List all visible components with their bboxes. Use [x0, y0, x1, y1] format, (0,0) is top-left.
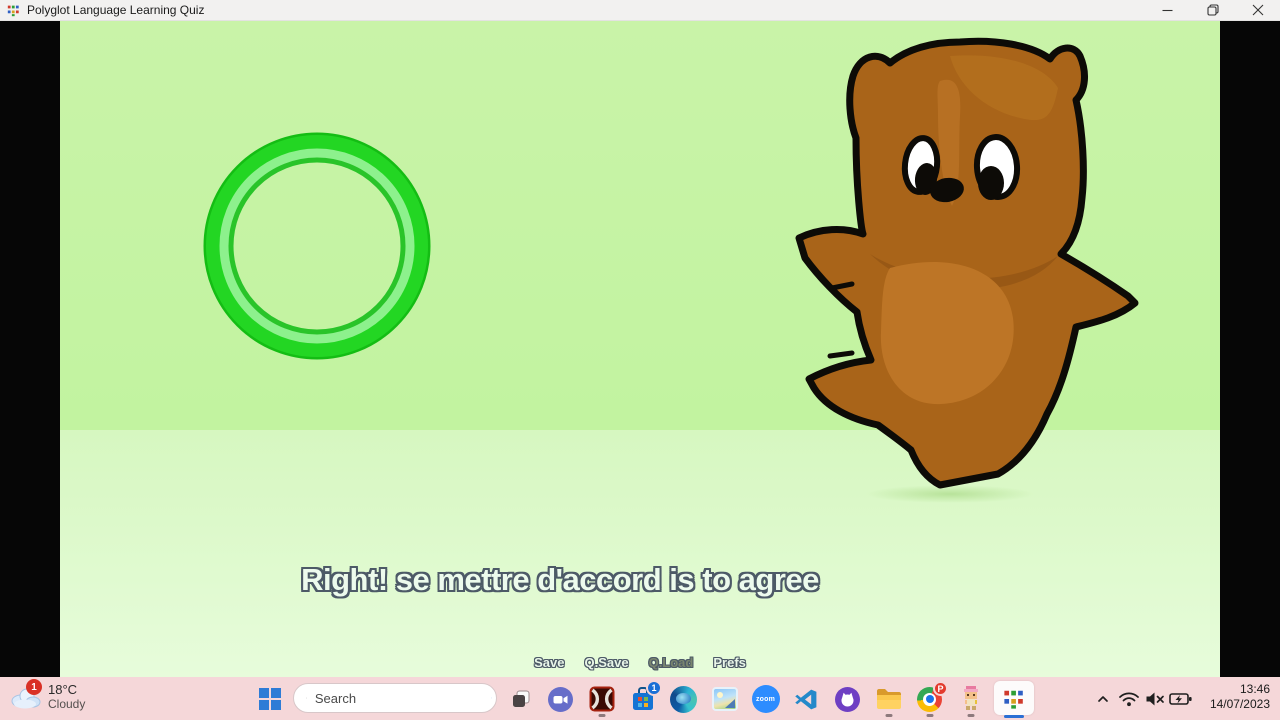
- bear-character: [790, 26, 1200, 506]
- save-button[interactable]: Save: [534, 655, 564, 675]
- task-view-button[interactable]: [500, 681, 541, 717]
- file-explorer-button[interactable]: [868, 681, 909, 717]
- system-tray: [1090, 681, 1194, 717]
- store-app-button[interactable]: 1: [622, 681, 663, 717]
- polyglot-app-icon: [7, 4, 20, 17]
- windows-taskbar: 1 18°C Cloudy: [0, 677, 1280, 720]
- green-ring-object[interactable]: [200, 126, 434, 366]
- start-button[interactable]: [249, 681, 290, 717]
- desktop-screen: Polyglot Language Learning Quiz: [0, 0, 1280, 720]
- weather-temperature: 18°C: [48, 682, 85, 697]
- running-indicator: [926, 714, 933, 717]
- wifi-icon: [1117, 687, 1141, 711]
- pixel-sprite-icon: [962, 686, 980, 712]
- volume-muted-icon: [1143, 687, 1167, 711]
- battery-charging-icon: [1168, 687, 1194, 711]
- wifi-button[interactable]: [1116, 681, 1142, 717]
- restore-icon: [1207, 4, 1219, 16]
- prefs-button[interactable]: Prefs: [713, 655, 746, 675]
- close-icon: [1252, 4, 1264, 16]
- bear-body-silhouette: [799, 41, 1135, 485]
- chat-video-icon: [547, 686, 574, 713]
- running-indicator: [967, 714, 974, 717]
- game-window-region: Right! se mettre d'accord is to agree Sa…: [0, 21, 1280, 677]
- active-window-indicator: [1004, 715, 1024, 718]
- zoom-icon-label: zoom: [756, 696, 775, 703]
- running-indicator: [598, 714, 605, 717]
- quick-save-button[interactable]: Q.Save: [584, 655, 628, 675]
- close-button[interactable]: [1235, 0, 1280, 21]
- red-x-app-icon: [589, 686, 615, 712]
- zoom-icon: zoom: [752, 685, 780, 713]
- quiz-menu-bar: Save Q.Save Q.Load Prefs: [60, 655, 1220, 675]
- zoom-app-button[interactable]: zoom: [745, 681, 786, 717]
- store-notification-badge: 1: [646, 680, 662, 696]
- window-title: Polyglot Language Learning Quiz: [27, 3, 1145, 17]
- vscode-icon: [794, 687, 819, 712]
- photos-icon: [712, 687, 738, 711]
- restore-button[interactable]: [1190, 0, 1235, 21]
- clock-time: 13:46: [1210, 682, 1270, 697]
- game-viewport: Right! se mettre d'accord is to agree Sa…: [60, 21, 1220, 677]
- taskbar-clock[interactable]: 13:46 14/07/2023: [1210, 682, 1270, 712]
- polyglot-quiz-taskbar-button[interactable]: [992, 680, 1036, 718]
- folder-icon: [875, 687, 903, 711]
- search-icon: [306, 690, 307, 706]
- polyglot-app-icon: [1003, 688, 1025, 710]
- red-x-app-button[interactable]: [581, 681, 622, 717]
- battery-button[interactable]: [1168, 681, 1194, 717]
- window-titlebar: Polyglot Language Learning Quiz: [0, 0, 1280, 21]
- quiz-feedback-text: Right! se mettre d'accord is to agree: [60, 562, 1060, 598]
- edge-icon: [670, 686, 697, 713]
- task-view-icon: [510, 688, 532, 710]
- photos-app-button[interactable]: [704, 681, 745, 717]
- volume-button[interactable]: [1142, 681, 1168, 717]
- chevron-up-icon: [1094, 690, 1112, 708]
- running-indicator: [885, 714, 892, 717]
- chat-app-button[interactable]: [540, 681, 581, 717]
- chrome-profile-badge: P: [933, 681, 948, 696]
- pixel-sprite-app-button[interactable]: [950, 681, 991, 717]
- weather-widget[interactable]: 1 18°C Cloudy: [8, 681, 85, 711]
- minimize-icon: [1162, 5, 1173, 16]
- quick-load-button[interactable]: Q.Load: [649, 655, 694, 675]
- chrome-app-button[interactable]: P: [909, 681, 950, 717]
- windows-logo-icon: [259, 688, 281, 710]
- github-desktop-icon: [834, 686, 861, 713]
- bear-right-pupil: [978, 166, 1004, 200]
- bing-icon: [491, 688, 492, 708]
- weather-notification-badge: 1: [26, 679, 42, 695]
- vscode-app-button[interactable]: [786, 681, 827, 717]
- taskbar-search[interactable]: [293, 683, 497, 713]
- edge-app-button[interactable]: [663, 681, 704, 717]
- search-input[interactable]: [315, 691, 491, 706]
- weather-condition: Cloudy: [48, 697, 85, 711]
- minimize-button[interactable]: [1145, 0, 1190, 21]
- hidden-icons-button[interactable]: [1090, 681, 1116, 717]
- github-desktop-app-button[interactable]: [827, 681, 868, 717]
- clock-date: 14/07/2023: [1210, 697, 1270, 712]
